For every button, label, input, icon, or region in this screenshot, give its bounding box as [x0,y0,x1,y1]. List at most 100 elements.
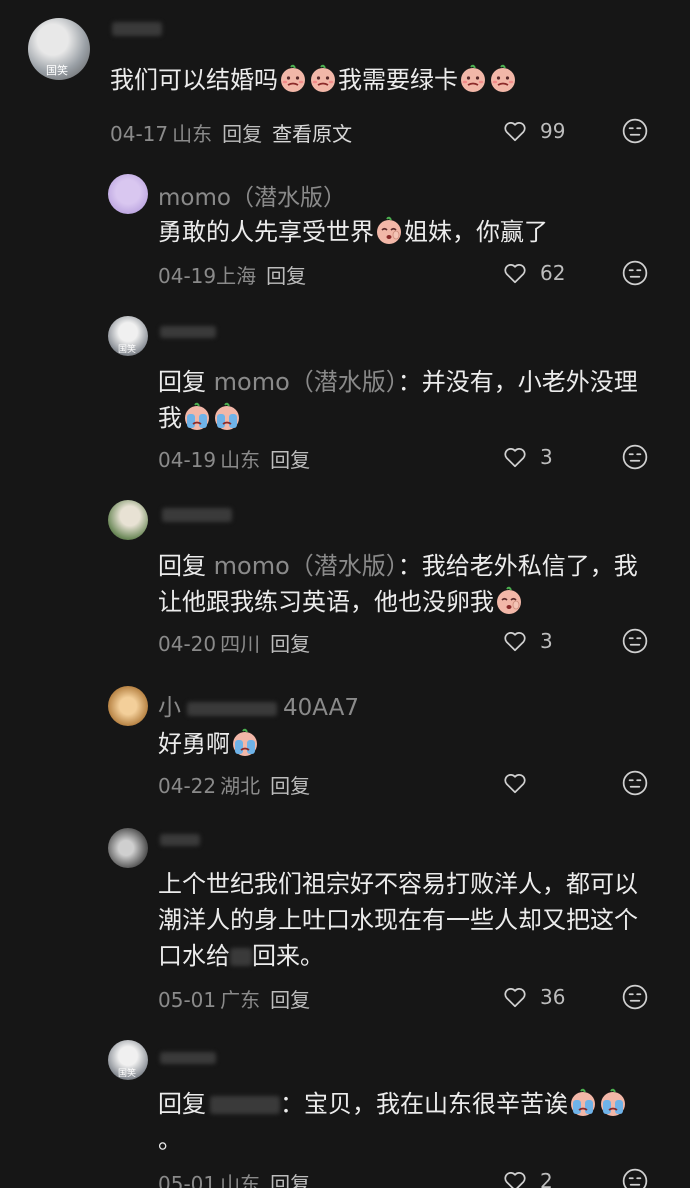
comment-location: 湖北 [220,774,261,798]
heart-icon [502,770,528,796]
heart-icon [502,1168,528,1188]
comment-7: 国笑 回复 ：宝贝，我在山东很辛苦诶。 05-01 山东 回复 2 [0,1040,690,1188]
avatar[interactable] [108,828,148,868]
like-count: 3 [540,629,553,653]
comment-date: 04-22 [158,774,217,798]
like-button[interactable]: 3 [502,626,582,656]
comment-meta: 04-17 山东 回复 查看原文 [110,118,352,147]
reply-button[interactable]: 回复 [270,988,310,1012]
username-blurred [187,701,277,716]
comment-location: 山东 [220,1172,261,1188]
like-count: 62 [540,261,566,285]
comment-text: 回复 momo（潜水版）：并没有，小老外没理我 [158,368,638,432]
crying-emoji [598,1088,628,1118]
comment-1: 国笑 我们可以结婚吗 我需要绿卡 04-17 山东 回复 查看原文 99 [0,18,690,168]
reply-button[interactable]: 回复 [270,774,310,798]
comment-3: 国笑 回复 momo（潜水版）：并没有，小老外没理我 04-19 山东 回复 3 [0,316,690,476]
blurred-word [230,948,252,966]
avatar[interactable] [108,500,148,540]
avatar[interactable]: 国笑 [108,1040,148,1080]
comment-meta: 04-19上海 回复 [158,260,306,289]
shy-emoji [374,216,404,246]
comment-date: 04-17 [110,122,169,146]
angry-emoji [308,64,338,94]
reply-button[interactable]: 回复 [270,1172,310,1188]
username[interactable]: 小 40AA7 [158,688,359,722]
username[interactable]: momo（潜水版） [158,178,346,212]
reply-target[interactable]: momo（潜水版） [214,368,398,396]
comment-date: 05-01 [158,1172,217,1188]
avatar[interactable] [108,686,148,726]
comment-4: 回复 momo（潜水版）：我给老外私信了，我让他跟我练习英语，他也没卵我 04-… [0,500,690,660]
comment-location: 山东 [220,448,261,472]
comment-5: 小 40AA7 好勇啊 04-22 湖北 回复 [0,686,690,806]
like-button[interactable] [502,768,582,798]
comment-text: 我们可以结婚吗 我需要绿卡 [110,62,630,98]
dislike-icon[interactable] [622,260,648,286]
reply-button[interactable]: 回复 [270,448,310,472]
heart-icon [502,118,528,144]
like-button[interactable]: 36 [502,982,582,1012]
like-button[interactable]: 99 [502,116,582,146]
username-blurred [160,834,200,846]
reply-button[interactable]: 回复 [270,632,310,656]
comment-meta: 05-01 山东 回复 [158,1168,310,1188]
reply-button[interactable]: 回复 [266,264,306,288]
like-button[interactable]: 3 [502,442,582,472]
angry-emoji [458,64,488,94]
crying-emoji [182,402,212,432]
comment-text: 勇敢的人先享受世界 姐妹，你赢了 [158,216,548,246]
comment-meta: 04-19 山东 回复 [158,444,310,473]
reply-target[interactable]: momo（潜水版） [214,552,398,580]
shy-emoji [494,586,524,616]
avatar-label: 国笑 [118,1069,137,1079]
like-count: 2 [540,1169,553,1188]
reply-target-blurred[interactable] [210,1096,280,1114]
dislike-icon[interactable] [622,628,648,654]
avatar[interactable]: 国笑 [28,18,90,80]
comment-6: 上个世纪我们祖宗好不容易打败洋人，都可以潮洋人的身上吐口水现在有一些人却又把这个… [0,828,690,1018]
dislike-icon[interactable] [622,444,648,470]
username-blurred [162,508,232,522]
view-original-button[interactable]: 查看原文 [272,122,352,146]
reply-button[interactable]: 回复 [222,122,262,146]
comment-location: 广东 [220,988,261,1012]
comment-location: 四川 [220,632,261,656]
like-button[interactable]: 2 [502,1166,582,1188]
comment-meta: 04-20 四川 回复 [158,628,310,657]
crying-emoji [212,402,242,432]
comment-location: 上海 [216,264,257,288]
crying-emoji [230,728,260,758]
dislike-icon[interactable] [622,984,648,1010]
comment-text: 好勇啊 [158,726,618,762]
avatar-label: 国笑 [118,345,137,355]
heart-icon [502,444,528,470]
heart-icon [502,628,528,654]
heart-icon [502,260,528,286]
comment-text: 回复 ：宝贝，我在山东很辛苦诶。 [158,1086,646,1158]
comment-meta: 04-22 湖北 回复 [158,770,310,799]
like-count: 3 [540,445,553,469]
comment-date: 04-19 [158,448,217,472]
like-button[interactable]: 62 [502,258,582,288]
comment-meta: 05-01 广东 回复 [158,984,310,1013]
dislike-icon[interactable] [622,1168,648,1188]
comment-text: 回复 momo（潜水版）：我给老外私信了，我让他跟我练习英语，他也没卵我 [158,552,638,616]
like-count: 36 [540,985,566,1009]
dislike-icon[interactable] [622,118,648,144]
like-count: 99 [540,119,566,143]
comment-text: 上个世纪我们祖宗好不容易打败洋人，都可以潮洋人的身上吐口水现在有一些人却又把这个… [158,870,638,970]
username-blurred [160,326,216,338]
comment-date: 04-20 [158,632,217,656]
username-blurred [160,1052,216,1064]
avatar[interactable] [108,174,148,214]
heart-icon [502,984,528,1010]
angry-emoji [488,64,518,94]
comment-date: 04-19 [158,264,217,288]
angry-emoji [278,64,308,94]
dislike-icon[interactable] [622,770,648,796]
crying-emoji [568,1088,598,1118]
avatar-label: 国笑 [46,64,68,77]
comment-date: 05-01 [158,988,217,1012]
avatar[interactable]: 国笑 [108,316,148,356]
